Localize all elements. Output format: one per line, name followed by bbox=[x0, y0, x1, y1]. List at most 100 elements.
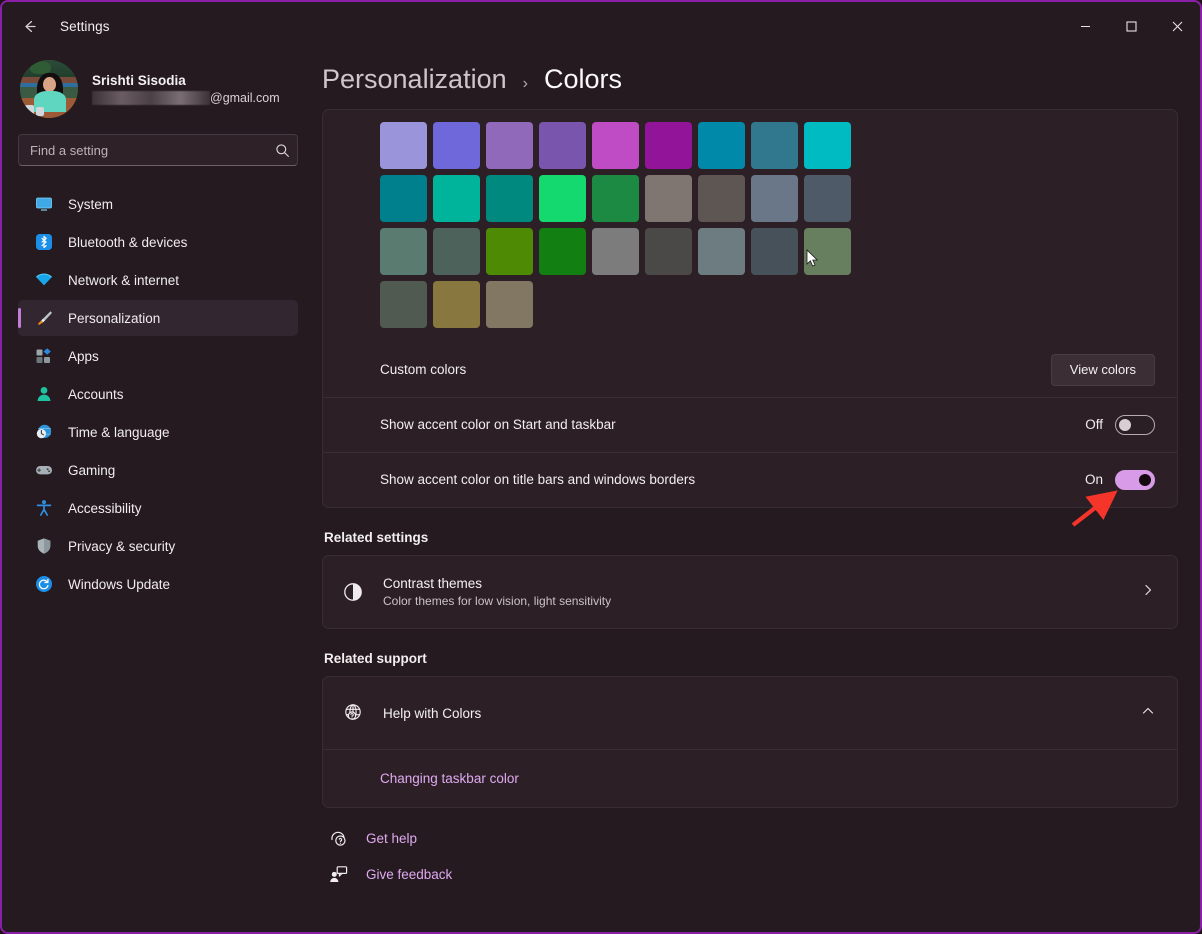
sidebar-item-privacy-security[interactable]: Privacy & security bbox=[18, 528, 298, 564]
paintbrush-icon bbox=[34, 308, 54, 328]
accent-swatch[interactable] bbox=[751, 175, 798, 222]
accent-swatch[interactable] bbox=[433, 228, 480, 275]
title-bar-accent-toggle[interactable] bbox=[1115, 470, 1155, 490]
sidebar-item-bluetooth-devices[interactable]: Bluetooth & devices bbox=[18, 224, 298, 260]
accent-swatch[interactable] bbox=[539, 228, 586, 275]
accent-swatch[interactable] bbox=[486, 281, 533, 328]
chevron-right-icon bbox=[1141, 583, 1155, 602]
accent-swatch[interactable] bbox=[645, 175, 692, 222]
related-support-heading: Related support bbox=[324, 651, 1178, 666]
get-help-link[interactable]: Get help bbox=[324, 828, 1178, 848]
accent-swatch[interactable] bbox=[539, 122, 586, 169]
settings-window: Settings Srishti Sisodia bbox=[0, 0, 1202, 934]
contrast-themes-row[interactable]: Contrast themes Color themes for low vis… bbox=[323, 556, 1177, 628]
sidebar-item-label: Gaming bbox=[68, 463, 115, 478]
give-feedback-link[interactable]: Give feedback bbox=[324, 864, 1178, 884]
start-taskbar-accent-toggle[interactable] bbox=[1115, 415, 1155, 435]
sidebar-item-apps[interactable]: Apps bbox=[18, 338, 298, 374]
system-icon bbox=[34, 194, 54, 214]
accent-swatch[interactable] bbox=[592, 122, 639, 169]
give-feedback-icon bbox=[328, 864, 348, 884]
sidebar-item-network-internet[interactable]: Network & internet bbox=[18, 262, 298, 298]
sidebar-item-label: System bbox=[68, 197, 113, 212]
breadcrumb-parent[interactable]: Personalization bbox=[322, 64, 507, 95]
app-title: Settings bbox=[60, 19, 110, 34]
sidebar-item-label: Accounts bbox=[68, 387, 124, 402]
related-support-card: Help with Colors Changing taskbar color bbox=[322, 676, 1178, 808]
redacted-email-block bbox=[92, 91, 210, 105]
sidebar-item-label: Time & language bbox=[68, 425, 170, 440]
search-input[interactable] bbox=[18, 134, 298, 166]
accent-swatch[interactable] bbox=[751, 122, 798, 169]
breadcrumb: Personalization › Colors bbox=[322, 50, 1178, 109]
sidebar-item-time-language[interactable]: Time & language bbox=[18, 414, 298, 450]
get-help-icon bbox=[328, 828, 348, 848]
accent-swatch[interactable] bbox=[645, 122, 692, 169]
accent-swatch[interactable] bbox=[592, 175, 639, 222]
changing-taskbar-color-row[interactable]: Changing taskbar color bbox=[323, 749, 1177, 807]
sidebar-item-accessibility[interactable]: Accessibility bbox=[18, 490, 298, 526]
accent-swatch[interactable] bbox=[486, 228, 533, 275]
view-colors-button[interactable]: View colors bbox=[1051, 354, 1155, 386]
breadcrumb-separator: › bbox=[523, 75, 528, 93]
accent-swatch[interactable] bbox=[380, 122, 427, 169]
accent-swatch[interactable] bbox=[380, 175, 427, 222]
custom-colors-row: Custom colors View colors bbox=[323, 342, 1177, 397]
sidebar-item-personalization[interactable]: Personalization bbox=[18, 300, 298, 336]
sidebar-item-system[interactable]: System bbox=[18, 186, 298, 222]
search-box[interactable] bbox=[18, 134, 298, 166]
account-email: @gmail.com bbox=[92, 91, 280, 105]
toggle-knob bbox=[1139, 474, 1151, 486]
account-email-suffix: @gmail.com bbox=[210, 91, 280, 105]
accent-swatch[interactable] bbox=[433, 122, 480, 169]
swatch-grid bbox=[380, 122, 1163, 328]
accent-swatch[interactable] bbox=[592, 228, 639, 275]
accent-swatch[interactable] bbox=[698, 122, 745, 169]
maximize-icon bbox=[1126, 21, 1137, 32]
sidebar-item-accounts[interactable]: Accounts bbox=[18, 376, 298, 412]
window-controls bbox=[1062, 2, 1200, 50]
minimize-icon bbox=[1080, 21, 1091, 32]
accent-swatch[interactable] bbox=[380, 228, 427, 275]
window-body: Srishti Sisodia @gmail.com bbox=[2, 50, 1200, 932]
update-icon bbox=[34, 574, 54, 594]
chevron-up-icon[interactable] bbox=[1141, 704, 1155, 723]
accounts-icon bbox=[34, 384, 54, 404]
titlebar-accent-label: Show accent color on title bars and wind… bbox=[380, 472, 695, 487]
titlebar-accent-right: On bbox=[1085, 470, 1155, 490]
contrast-themes-title: Contrast themes bbox=[383, 576, 611, 591]
accent-swatch[interactable] bbox=[645, 228, 692, 275]
back-button[interactable] bbox=[12, 9, 46, 43]
related-settings-heading: Related settings bbox=[324, 530, 1178, 545]
get-help-label: Get help bbox=[366, 831, 417, 846]
globe-help-icon bbox=[339, 699, 367, 727]
accent-swatch[interactable] bbox=[804, 175, 851, 222]
back-arrow-icon bbox=[21, 18, 38, 35]
changing-taskbar-color-link[interactable]: Changing taskbar color bbox=[380, 771, 519, 786]
accent-swatch[interactable] bbox=[751, 228, 798, 275]
accent-swatch[interactable] bbox=[433, 175, 480, 222]
sidebar-item-windows-update[interactable]: Windows Update bbox=[18, 566, 298, 602]
accent-swatch[interactable] bbox=[486, 122, 533, 169]
accent-swatch[interactable] bbox=[380, 281, 427, 328]
account-card[interactable]: Srishti Sisodia @gmail.com bbox=[18, 50, 298, 134]
close-button[interactable] bbox=[1154, 2, 1200, 50]
custom-colors-label: Custom colors bbox=[380, 362, 466, 377]
accent-swatch[interactable] bbox=[539, 175, 586, 222]
accent-swatch[interactable] bbox=[698, 175, 745, 222]
accent-swatch[interactable] bbox=[804, 228, 851, 275]
accent-swatch[interactable] bbox=[433, 281, 480, 328]
help-with-colors-row[interactable]: Help with Colors bbox=[323, 677, 1177, 749]
sidebar-item-gaming[interactable]: Gaming bbox=[18, 452, 298, 488]
accent-swatch[interactable] bbox=[804, 122, 851, 169]
titlebar-accent-row: Show accent color on title bars and wind… bbox=[323, 452, 1177, 507]
accent-swatch[interactable] bbox=[698, 228, 745, 275]
sidebar-item-label: Bluetooth & devices bbox=[68, 235, 187, 250]
help-with-colors-title: Help with Colors bbox=[383, 706, 481, 721]
maximize-button[interactable] bbox=[1108, 2, 1154, 50]
sidebar-nav: System Bluetooth & devices Network & int… bbox=[18, 186, 298, 602]
minimize-button[interactable] bbox=[1062, 2, 1108, 50]
search-icon bbox=[275, 134, 290, 166]
accent-swatch[interactable] bbox=[486, 175, 533, 222]
close-icon bbox=[1172, 21, 1183, 32]
